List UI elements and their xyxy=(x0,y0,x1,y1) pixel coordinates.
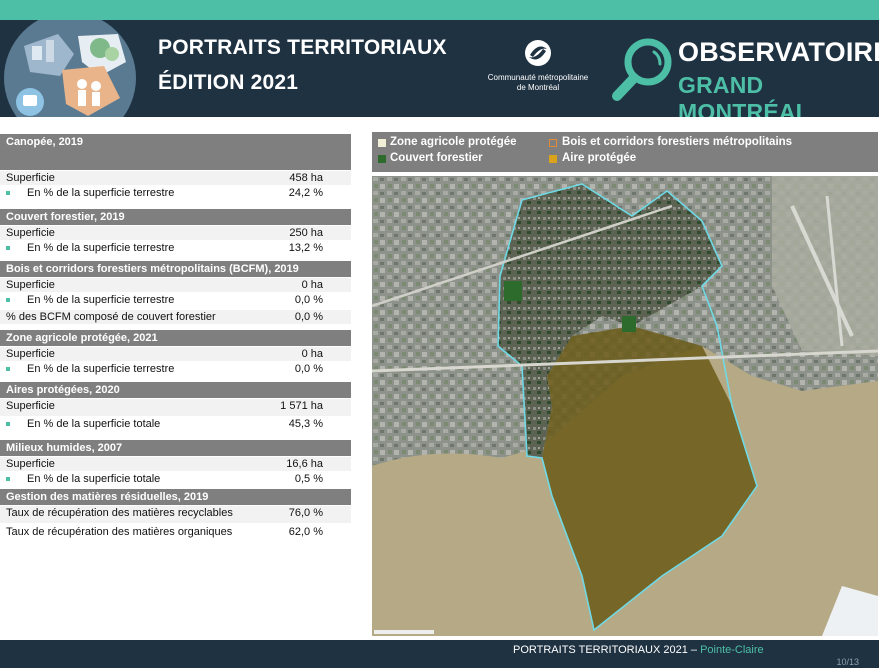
page-header: PORTRAITS TERRITORIAUX ÉDITION 2021 Comm… xyxy=(0,20,879,117)
cmm-symbol-icon xyxy=(525,40,551,66)
section-header: Aires protégées, 2020 xyxy=(0,382,351,398)
cmm-name-line-2: de Montréal xyxy=(516,83,560,92)
observatoire-logo: OBSERVATOIRE GRAND MONTRÉAL xyxy=(610,34,879,117)
table-row: Superficie 250 ha xyxy=(0,226,351,240)
row-value: 13,2 % xyxy=(288,242,323,254)
row-label: Superficie xyxy=(6,227,55,239)
title-line-2: ÉDITION 2021 xyxy=(158,71,299,94)
table-row: % des BCFM composé de couvert forestier 0… xyxy=(0,310,351,324)
row-label: Taux de récupération des matières organi… xyxy=(6,526,233,538)
row-label: En % de la superficie terrestre xyxy=(27,187,175,199)
portrait-emblem-icon xyxy=(4,20,136,117)
bullet-icon xyxy=(6,477,10,481)
table-row: En % de la superficie terrestre 0,0 % xyxy=(0,362,351,376)
territory-map[interactable] xyxy=(372,176,878,636)
row-label: Superficie xyxy=(6,458,55,470)
table-row: Superficie 1 571 ha xyxy=(0,399,351,416)
footer-title: PORTRAITS TERRITORIAUX 2021 – xyxy=(513,644,701,656)
table-row: En % de la superficie terrestre 24,2 % xyxy=(0,186,351,200)
row-value: 0,0 % xyxy=(294,363,323,375)
table-row: Superficie 458 ha xyxy=(0,171,351,185)
row-value: 62,0 % xyxy=(288,526,323,538)
cmm-name-line-1: Communauté métropolitaine xyxy=(487,73,589,82)
grand-montreal-word: GRAND MONTRÉAL xyxy=(678,72,810,117)
legend-couvert: Couvert forestier xyxy=(390,152,483,164)
table-row: En % de la superficie totale 45,3 % xyxy=(0,417,351,434)
bullet-icon xyxy=(6,246,10,250)
footer-text: PORTRAITS TERRITORIAUX 2021 – Pointe-Cla… xyxy=(513,644,764,656)
row-value: 45,3 % xyxy=(288,418,323,430)
row-label: En % de la superficie terrestre xyxy=(27,363,175,375)
row-value: 76,0 % xyxy=(288,507,323,519)
section-header: Bois et corridors forestiers métropolita… xyxy=(0,261,351,277)
footer-city: Pointe-Claire xyxy=(700,644,764,656)
section-header: Couvert forestier, 2019 xyxy=(0,209,351,225)
couvert-forestier-swatch xyxy=(378,155,386,163)
table-row: En % de la superficie totale 0,5 % xyxy=(0,472,351,486)
top-accent-bar xyxy=(0,0,879,20)
map-legend: Zone agricole protégée Bois et corridors… xyxy=(372,132,878,172)
row-label: En % de la superficie terrestre xyxy=(27,294,175,306)
bullet-icon xyxy=(6,191,10,195)
magnifier-icon xyxy=(612,38,672,101)
table-row: En % de la superficie terrestre 0,0 % xyxy=(0,293,351,307)
zone-agricole-swatch xyxy=(378,139,386,147)
legend-aire: Aire protégée xyxy=(562,152,637,164)
bullet-icon xyxy=(6,298,10,302)
row-label: En % de la superficie totale xyxy=(27,418,161,430)
table-row: Superficie 0 ha xyxy=(0,278,351,292)
row-label: Superficie xyxy=(6,279,55,291)
section-header: Milieux humides, 2007 xyxy=(0,440,351,456)
row-label: En % de la superficie terrestre xyxy=(27,242,175,254)
row-value: 0,0 % xyxy=(294,294,323,306)
table-row: Taux de récupération des matières recycl… xyxy=(0,506,351,523)
row-value: 0 ha xyxy=(301,348,323,360)
row-value: 0,5 % xyxy=(294,473,323,485)
title-line-1: PORTRAITS TERRITORIAUX xyxy=(158,36,447,59)
row-value: 24,2 % xyxy=(288,187,323,199)
forest-patch xyxy=(504,281,522,301)
row-value: 16,6 ha xyxy=(286,458,323,470)
section-header: Zone agricole protégée, 2021 xyxy=(0,330,351,346)
row-value: 1 571 ha xyxy=(280,400,323,412)
row-label: Superficie xyxy=(6,400,55,412)
row-value: 0,0 % xyxy=(294,311,323,323)
table-row: Taux de récupération des matières organi… xyxy=(0,525,351,542)
row-label: En % de la superficie totale xyxy=(27,473,161,485)
page-footer: PORTRAITS TERRITORIAUX 2021 – Pointe-Cla… xyxy=(0,640,879,668)
row-label: Superficie xyxy=(6,348,55,360)
section-header: Canopée, 2019 xyxy=(0,134,351,170)
map-canvas xyxy=(372,176,878,636)
row-value: 0 ha xyxy=(301,279,323,291)
row-value: 458 ha xyxy=(289,172,323,184)
row-label: Taux de récupération des matières recycl… xyxy=(6,507,233,519)
aire-protegee-swatch xyxy=(549,155,557,163)
legend-bois-corridors: Bois et corridors forestiers métropolita… xyxy=(562,136,793,148)
cmm-logo: Communauté métropolitaine de Montréal xyxy=(478,38,598,93)
forest-patch xyxy=(622,316,636,332)
table-row: Superficie 16,6 ha xyxy=(0,457,351,471)
bois-corridors-swatch xyxy=(549,139,557,147)
map-scale-bar xyxy=(374,630,434,634)
section-header: Gestion des matières résiduelles, 2019 xyxy=(0,489,351,505)
page-number: 10/13 xyxy=(836,657,859,667)
bullet-icon xyxy=(6,367,10,371)
observatoire-word: OBSERVATOIRE xyxy=(678,37,879,67)
row-value: 250 ha xyxy=(289,227,323,239)
legend-zone-agricole: Zone agricole protégée xyxy=(390,136,517,148)
row-label: % des BCFM composé de couvert forestier xyxy=(6,311,216,323)
indicators-panel: Canopée, 2019 Superficie 458 ha En % de l… xyxy=(0,134,351,542)
table-row: Superficie 0 ha xyxy=(0,347,351,361)
bullet-icon xyxy=(6,422,10,426)
table-row: En % de la superficie terrestre 13,2 % xyxy=(0,241,351,255)
row-label: Superficie xyxy=(6,172,55,184)
